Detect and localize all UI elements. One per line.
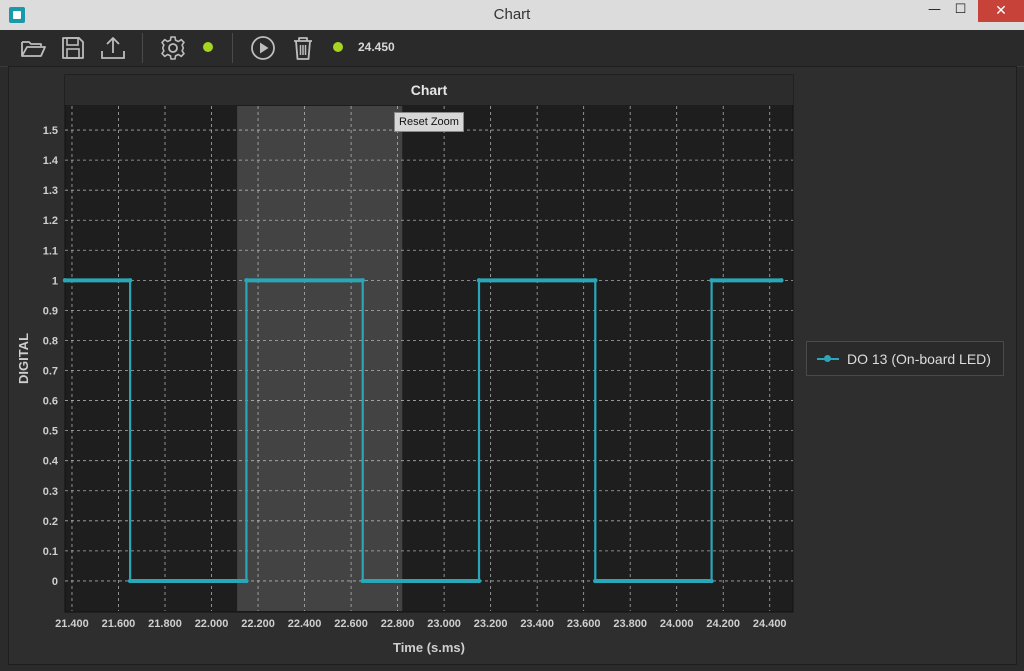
y-tick-label: 0.7 [43, 366, 58, 378]
series-point [127, 578, 133, 584]
series-point [709, 278, 714, 283]
series-point [360, 578, 365, 584]
x-tick-label: 23.800 [613, 618, 647, 630]
y-tick-label: 0.6 [43, 396, 58, 408]
series-point [709, 578, 714, 584]
x-tick-label: 23.200 [474, 618, 508, 630]
series-point [62, 278, 68, 283]
x-tick-label: 22.000 [195, 618, 229, 630]
series-point [244, 578, 249, 584]
y-tick-label: 1.2 [43, 215, 58, 227]
y-tick-label: 1.1 [43, 245, 58, 257]
y-tick-label: 0 [52, 576, 58, 588]
x-axis-label: Time (s.ms) [393, 640, 465, 655]
x-tick-label: 22.600 [334, 618, 368, 630]
x-tick-label: 21.600 [102, 618, 136, 630]
series-point [593, 278, 598, 283]
y-tick-label: 0.1 [43, 546, 58, 558]
x-tick-label: 23.400 [520, 618, 554, 630]
x-tick-label: 24.200 [706, 618, 740, 630]
y-tick-label: 1 [52, 275, 58, 287]
x-tick-label: 22.800 [381, 618, 415, 630]
y-axis-label: DIGITAL [16, 333, 31, 384]
y-tick-label: 1.3 [43, 185, 58, 197]
series-point [476, 578, 482, 584]
series-point [476, 278, 482, 283]
series-point [593, 578, 598, 584]
reset-zoom-button[interactable]: Reset Zoom [394, 112, 464, 132]
zoom-selection-band [237, 106, 403, 611]
y-tick-label: 0.5 [43, 426, 58, 438]
x-tick-label: 24.000 [660, 618, 694, 630]
x-tick-label: 22.400 [288, 618, 322, 630]
y-tick-label: 0.8 [43, 335, 58, 347]
y-tick-label: 1.4 [43, 155, 59, 167]
x-tick-label: 24.400 [753, 618, 787, 630]
legend-label: DO 13 (On-board LED) [847, 351, 991, 367]
series-point [360, 278, 365, 283]
x-tick-label: 22.200 [241, 618, 275, 630]
chart: Chart 0 0.1 0.2 0.3 0.4 0.5 0.6 0.7 0.8 0.9 1 1.1 1.2… [16, 74, 794, 655]
y-tick-label: 0.2 [43, 516, 58, 528]
x-tick-label: 21.400 [55, 618, 89, 630]
chart-title: Chart [411, 82, 448, 98]
legend-dot-marker [824, 355, 831, 362]
x-tick-label: 21.800 [148, 618, 182, 630]
y-tick-label: 0.3 [43, 486, 58, 498]
chart-frame [64, 74, 794, 613]
series-point [779, 278, 784, 283]
series-point [244, 278, 249, 283]
x-tick-label: 23.600 [567, 618, 601, 630]
y-tick-label: 1.5 [43, 125, 58, 137]
chart-legend[interactable]: DO 13 (On-board LED) [806, 341, 1004, 376]
x-tick-label: 23.000 [427, 618, 461, 630]
y-tick-label: 0.9 [43, 305, 58, 317]
y-tick-label: 0.4 [43, 456, 59, 468]
series-point [127, 278, 133, 283]
